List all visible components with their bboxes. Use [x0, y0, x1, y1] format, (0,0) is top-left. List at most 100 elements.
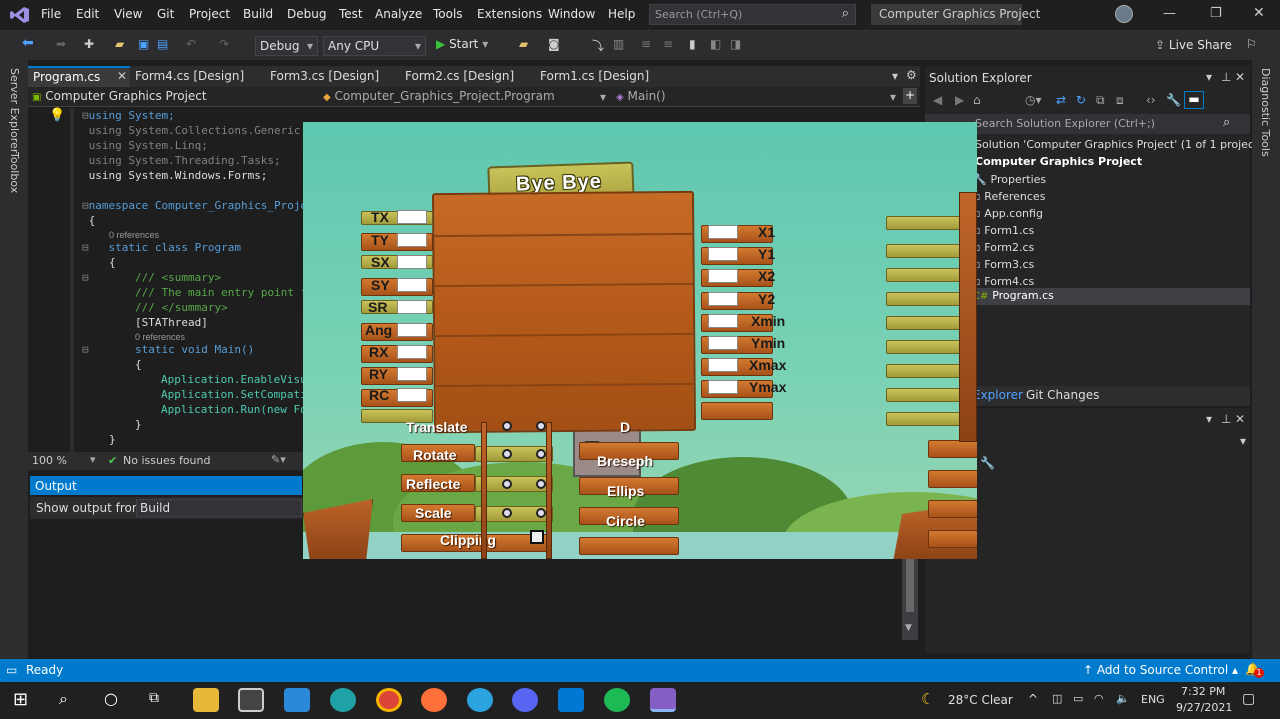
sr-input[interactable]: [397, 300, 427, 314]
back-icon[interactable]: ◀: [933, 93, 942, 107]
rx-input[interactable]: [397, 345, 427, 359]
close-icon[interactable]: ✕: [1253, 5, 1265, 21]
ymax-input[interactable]: [708, 380, 738, 394]
bookmark-icon[interactable]: ▮: [689, 37, 696, 55]
properties-wrench-icon[interactable]: 🔧: [1166, 93, 1181, 107]
windows-start-icon[interactable]: ⊞: [13, 689, 28, 710]
restore-icon[interactable]: ❐: [1210, 6, 1222, 21]
menu-analyze[interactable]: Analyze: [375, 7, 422, 21]
tree-item-program[interactable]: C# Program.cs: [973, 288, 1250, 305]
ty-input[interactable]: [397, 233, 427, 247]
cortana-icon[interactable]: ○: [104, 689, 118, 708]
action-center-icon[interactable]: ▢: [1242, 691, 1255, 707]
wrench-icon[interactable]: 🔧: [980, 456, 995, 470]
lightbulb-icon[interactable]: 💡: [49, 108, 65, 123]
brush-icon[interactable]: ✎▾: [271, 453, 286, 466]
notifications-button[interactable]: 🔔 1: [1245, 662, 1264, 678]
reflect-radio[interactable]: [502, 479, 512, 489]
save-all-icon[interactable]: ▤: [157, 37, 168, 55]
menu-test[interactable]: Test: [339, 7, 363, 21]
clock-time[interactable]: 7:32 PM: [1181, 685, 1225, 698]
tree-item-form3[interactable]: ▫ Form3.cs: [973, 257, 1248, 273]
pin-icon[interactable]: ⊥: [1221, 412, 1231, 426]
mail-icon[interactable]: [284, 688, 310, 712]
pin-icon[interactable]: ⊥: [1221, 70, 1231, 84]
volume-icon[interactable]: 🔈: [1116, 692, 1130, 705]
translate-radio[interactable]: [502, 421, 512, 431]
tx-input[interactable]: [397, 210, 427, 224]
search-icon[interactable]: ⌕: [59, 689, 68, 709]
browser-icon[interactable]: ◙: [548, 37, 560, 55]
code-lens[interactable]: 0 references: [135, 330, 185, 343]
config-select[interactable]: Debug ▾: [255, 36, 318, 56]
toolbox-tab[interactable]: Toolbox: [8, 152, 21, 193]
menu-view[interactable]: View: [114, 7, 142, 21]
sync-icon[interactable]: ⇄: [1056, 93, 1066, 107]
task-view-icon[interactable]: ⧉: [149, 690, 159, 706]
step-over-icon[interactable]: ▥: [613, 37, 624, 55]
back-icon[interactable]: ⬅: [22, 35, 34, 53]
show-all-files-icon[interactable]: ⧈: [1116, 93, 1124, 108]
close-icon[interactable]: ✕: [1235, 412, 1245, 426]
rotate-button[interactable]: Rotate: [413, 447, 457, 463]
code-lens[interactable]: 0 references: [109, 228, 159, 241]
menu-tools[interactable]: Tools: [433, 7, 463, 21]
file-explorer-icon[interactable]: [193, 688, 219, 712]
scroll-down-icon[interactable]: ▼: [905, 623, 912, 633]
telegram-icon[interactable]: [467, 688, 493, 712]
project-node[interactable]: Computer Graphics Project: [975, 155, 1142, 168]
xmin-input[interactable]: [708, 314, 738, 328]
chevron-down-icon[interactable]: ▾: [1206, 412, 1212, 426]
save-icon[interactable]: ▣: [138, 37, 149, 55]
rotate-radio[interactable]: [502, 449, 512, 459]
rc-input[interactable]: [397, 388, 427, 402]
clock-date[interactable]: 9/27/2021: [1176, 701, 1232, 714]
xmax-input[interactable]: [708, 358, 738, 372]
menu-help[interactable]: Help: [608, 7, 635, 21]
output-source-select[interactable]: Build: [136, 499, 302, 517]
bresenham-button[interactable]: Breseph: [597, 453, 653, 469]
forward-icon[interactable]: ➡: [56, 37, 66, 55]
avatar[interactable]: [1115, 5, 1133, 23]
chevron-down-icon[interactable]: ▾: [1240, 434, 1246, 448]
menu-window[interactable]: Window: [548, 7, 595, 21]
chrome-icon[interactable]: [376, 688, 402, 712]
output-panel-header[interactable]: Output: [30, 476, 302, 495]
project-dropdown[interactable]: ▣ Computer Graphics Project: [32, 89, 318, 105]
translate-radio-alt[interactable]: [536, 421, 546, 431]
server-explorer-tab[interactable]: Server Explorer: [8, 68, 21, 153]
scale-button[interactable]: Scale: [415, 505, 452, 521]
tree-item-properties[interactable]: 🔧 Properties: [973, 172, 1248, 188]
reflect-radio-alt[interactable]: [536, 479, 546, 489]
new-item-icon[interactable]: ✚: [84, 37, 94, 55]
menu-edit[interactable]: Edit: [76, 7, 99, 21]
step-icon[interactable]: ⤵: [592, 37, 604, 55]
rotate-radio-alt[interactable]: [536, 449, 546, 459]
redo-icon[interactable]: ↷: [219, 37, 229, 55]
wifi-icon[interactable]: ◠: [1094, 692, 1104, 705]
clipping-button[interactable]: Clipping: [440, 532, 496, 548]
x1-input[interactable]: [708, 225, 738, 239]
scale-radio-alt[interactable]: [536, 508, 546, 518]
vs-logo-icon[interactable]: [10, 6, 30, 24]
ellipse-button[interactable]: Ellips: [607, 483, 644, 499]
tab-form1-design[interactable]: Form1.cs [Design]: [540, 69, 649, 83]
firefox-icon[interactable]: [421, 688, 447, 712]
language-indicator[interactable]: ENG: [1141, 693, 1165, 706]
store-icon[interactable]: [238, 688, 264, 712]
start-button[interactable]: ▶ Start ▾: [436, 37, 488, 51]
output-scrollbar[interactable]: ▼: [902, 555, 918, 640]
collapse-all-icon[interactable]: ⧉: [1096, 93, 1105, 108]
battery-icon[interactable]: ▭: [1073, 692, 1083, 705]
vscode-icon[interactable]: [558, 688, 584, 712]
translate-button[interactable]: Translate: [406, 419, 467, 435]
tab-close-icon[interactable]: ✕: [117, 69, 127, 83]
y2-input[interactable]: [708, 292, 738, 306]
tree-item-references[interactable]: ▫ References: [973, 189, 1248, 205]
comment-icon[interactable]: ≡: [641, 37, 651, 55]
class-dropdown[interactable]: ◆ Computer_Graphics_Project.Program: [323, 89, 608, 105]
forward-icon[interactable]: ▶: [955, 93, 964, 107]
feedback-icon[interactable]: ⚐: [1246, 37, 1257, 55]
visual-studio-icon[interactable]: [650, 688, 676, 712]
tab-git-changes[interactable]: Git Changes: [1026, 388, 1099, 402]
